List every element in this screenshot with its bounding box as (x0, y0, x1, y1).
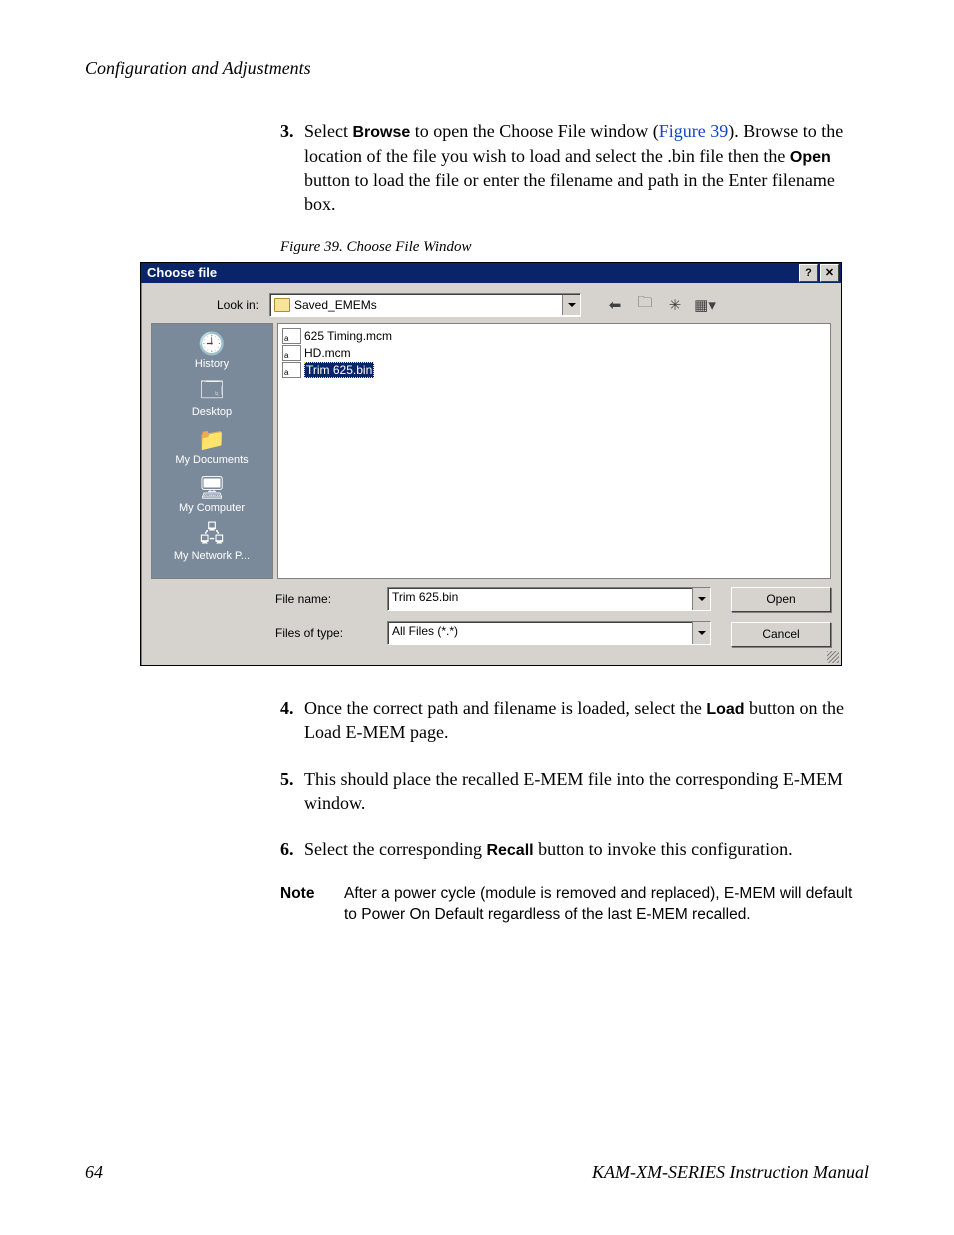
places-desktop[interactable]: 🗔Desktop (192, 378, 232, 418)
step-4: 4. Once the correct path and filename is… (280, 696, 869, 745)
load-label: Load (706, 701, 744, 718)
file-icon: a (282, 328, 301, 344)
chevron-down-icon[interactable] (692, 588, 710, 610)
network-icon: 🖧 (196, 522, 228, 550)
step-5: 5. This should place the recalled E-MEM … (280, 767, 869, 816)
text: button to invoke this configuration. (534, 839, 793, 859)
computer-icon: 🖥 (196, 474, 228, 502)
file-name-input[interactable]: Trim 625.bin (387, 587, 711, 611)
cancel-button[interactable]: Cancel (731, 622, 831, 647)
places-bar: 🕘History 🗔Desktop 📁My Documents 🖥My Comp… (151, 323, 273, 579)
places-my-network[interactable]: 🖧My Network P... (174, 522, 250, 562)
file-name-value: Trim 625.bin (388, 588, 692, 610)
up-one-level-icon[interactable]: 🗀 (635, 295, 655, 315)
text: This should place the recalled E-MEM fil… (304, 767, 869, 816)
file-name: HD.mcm (304, 346, 351, 360)
note: Note After a power cycle (module is remo… (280, 884, 869, 926)
documents-icon: 📁 (196, 426, 228, 454)
note-label: Note (280, 884, 344, 926)
look-in-label: Look in: (149, 298, 269, 312)
file-name: 625 Timing.mcm (304, 329, 392, 343)
folder-icon (274, 298, 290, 312)
history-icon: 🕘 (196, 330, 228, 358)
label: My Documents (175, 454, 248, 466)
places-my-computer[interactable]: 🖥My Computer (179, 474, 245, 514)
figure-caption: Figure 39. Choose File Window (280, 239, 869, 256)
look-in-combo[interactable]: Saved_EMEMs (269, 293, 581, 317)
label: My Network P... (174, 550, 250, 562)
new-folder-icon[interactable]: ✳ (665, 295, 685, 315)
open-label: Open (790, 149, 831, 166)
note-text: After a power cycle (module is removed a… (344, 884, 869, 926)
choose-file-dialog: Choose file ? ✕ Look in: Saved_EMEMs ⬅ 🗀… (140, 262, 842, 666)
label: History (195, 358, 229, 370)
manual-title: KAM-XM-SERIES Instruction Manual (592, 1162, 869, 1183)
text: Select (304, 121, 352, 141)
text: Select the corresponding (304, 839, 486, 859)
places-my-documents[interactable]: 📁My Documents (175, 426, 248, 466)
label: Desktop (192, 406, 232, 418)
step-number: 3. (280, 119, 304, 217)
file-item[interactable]: aHD.mcm (282, 345, 826, 362)
step-number: 4. (280, 696, 304, 745)
text: to open the Choose File window ( (410, 121, 658, 141)
dialog-title: Choose file (143, 265, 797, 280)
view-menu-icon[interactable]: ▦▾ (695, 295, 715, 315)
places-history[interactable]: 🕘History (195, 330, 229, 370)
label: My Computer (179, 502, 245, 514)
file-icon: a (282, 362, 301, 378)
files-of-type-value: All Files (*.*) (388, 622, 692, 644)
browse-label: Browse (352, 124, 410, 141)
step-number: 5. (280, 767, 304, 816)
titlebar: Choose file ? ✕ (141, 263, 841, 283)
files-of-type-select[interactable]: All Files (*.*) (387, 621, 711, 645)
recall-label: Recall (486, 842, 533, 859)
help-button[interactable]: ? (799, 264, 818, 282)
page-number: 64 (85, 1162, 103, 1183)
files-of-type-label: Files of type: (275, 626, 387, 640)
text: button to load the file or enter the fil… (304, 170, 835, 214)
file-item[interactable]: a625 Timing.mcm (282, 328, 826, 345)
step-6: 6. Select the corresponding Recall butto… (280, 837, 869, 862)
chevron-down-icon[interactable] (692, 622, 710, 644)
close-button[interactable]: ✕ (820, 264, 839, 282)
file-name: Trim 625.bin (304, 362, 374, 378)
file-icon: a (282, 345, 301, 361)
file-list[interactable]: a625 Timing.mcm aHD.mcm aTrim 625.bin (277, 323, 831, 579)
figure-reference-link[interactable]: Figure 39 (659, 121, 729, 141)
step-number: 6. (280, 837, 304, 862)
running-head: Configuration and Adjustments (85, 58, 869, 79)
file-item-selected[interactable]: aTrim 625.bin (282, 362, 826, 379)
chevron-down-icon[interactable] (562, 295, 580, 315)
look-in-value: Saved_EMEMs (294, 298, 562, 312)
file-name-label: File name: (275, 592, 387, 606)
desktop-icon: 🗔 (196, 378, 228, 406)
back-icon[interactable]: ⬅ (605, 295, 625, 315)
step-3: 3. Select Browse to open the Choose File… (280, 119, 869, 217)
open-button[interactable]: Open (731, 587, 831, 612)
text: Once the correct path and filename is lo… (304, 698, 706, 718)
